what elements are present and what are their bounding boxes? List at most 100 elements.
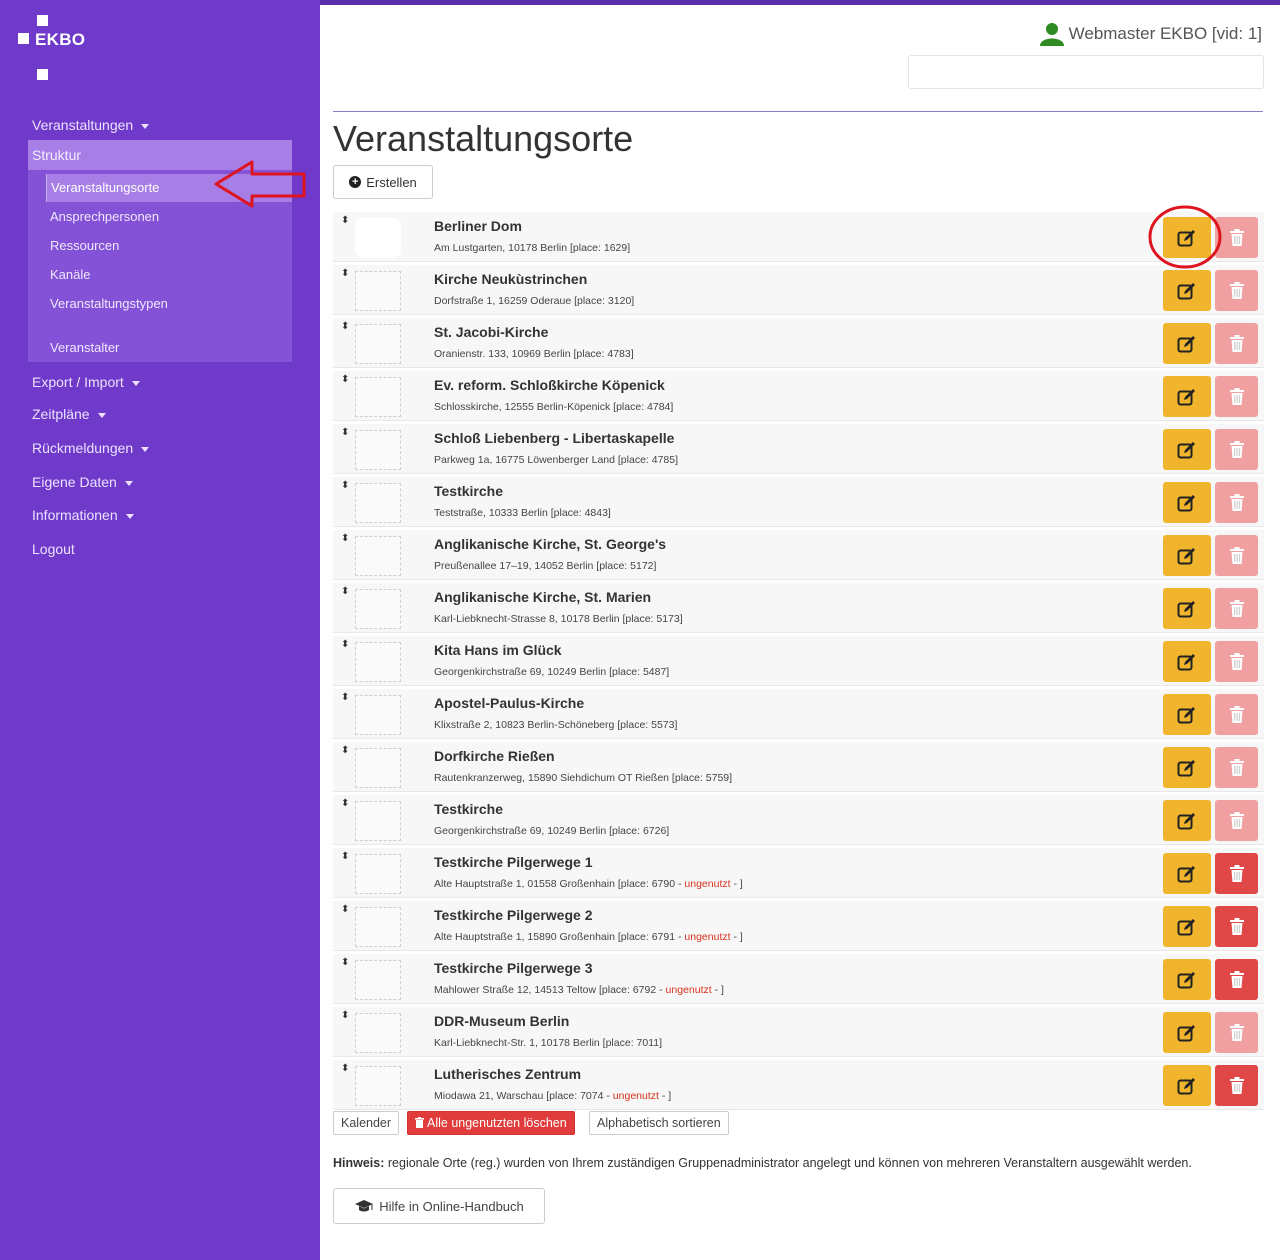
subnav-veranstalter[interactable]: Veranstalter	[50, 340, 119, 355]
place-row[interactable]: ⬍ Kita Hans im Glück Georgenkirchstraße 69…	[333, 636, 1264, 686]
drag-handle-icon[interactable]: ⬍	[341, 640, 349, 650]
drag-handle-icon[interactable]: ⬍	[341, 799, 349, 809]
place-name[interactable]: Apostel-Paulus-Kirche	[434, 695, 584, 711]
place-name[interactable]: Testkirche Pilgerwege 2	[434, 907, 592, 923]
drag-handle-icon[interactable]: ⬍	[341, 1064, 349, 1074]
edit-place-button[interactable]	[1163, 535, 1211, 576]
place-row[interactable]: ⬍ Testkirche Pilgerwege 3 Mahlower Straße …	[333, 954, 1264, 1004]
delete-place-button[interactable]	[1215, 1012, 1258, 1053]
edit-place-button[interactable]	[1163, 1065, 1211, 1106]
delete-place-button[interactable]	[1215, 959, 1258, 1000]
calendar-button[interactable]: Kalender	[333, 1111, 400, 1135]
nav-rueckmeldungen[interactable]: Rückmeldungen	[32, 440, 150, 456]
edit-place-button[interactable]	[1163, 270, 1211, 311]
place-row[interactable]: ⬍ Kirche Neukùstrinchen Dorfstraße 1, 1625…	[333, 265, 1264, 315]
subnav-ansprechpersonen[interactable]: Ansprechpersonen	[50, 209, 159, 224]
delete-place-button[interactable]	[1215, 1065, 1258, 1106]
delete-place-button[interactable]	[1215, 800, 1258, 841]
drag-handle-icon[interactable]: ⬍	[341, 428, 349, 438]
edit-place-button[interactable]	[1163, 641, 1211, 682]
place-row[interactable]: ⬍ DDR-Museum Berlin Karl-Liebknecht-Str. 1…	[333, 1007, 1264, 1057]
drag-handle-icon[interactable]: ⬍	[341, 1011, 349, 1021]
drag-handle-icon[interactable]: ⬍	[341, 481, 349, 491]
nav-eigene-daten[interactable]: Eigene Daten	[32, 474, 133, 490]
drag-handle-icon[interactable]: ⬍	[341, 958, 349, 968]
subnav-kanaele[interactable]: Kanäle	[50, 267, 90, 282]
delete-place-button[interactable]	[1215, 535, 1258, 576]
edit-place-button[interactable]	[1163, 588, 1211, 629]
delete-place-button[interactable]	[1215, 694, 1258, 735]
delete-place-button[interactable]	[1215, 906, 1258, 947]
place-row[interactable]: ⬍ Testkirche Pilgerwege 1 Alte Hauptstraße…	[333, 848, 1264, 898]
place-name[interactable]: Anglikanische Kirche, St. George's	[434, 536, 666, 552]
place-row[interactable]: ⬍ Berliner Dom Am Lustgarten, 10178 Berlin…	[333, 212, 1264, 262]
user-menu[interactable]: Webmaster EKBO [vid: 1]	[1039, 22, 1262, 46]
delete-place-button[interactable]	[1215, 641, 1258, 682]
brand-logo[interactable]: EKBO	[35, 30, 85, 50]
edit-place-button[interactable]	[1163, 853, 1211, 894]
drag-handle-icon[interactable]: ⬍	[341, 322, 349, 332]
place-name[interactable]: Kirche Neukùstrinchen	[434, 271, 587, 287]
drag-handle-icon[interactable]: ⬍	[341, 269, 349, 279]
edit-place-button[interactable]	[1163, 959, 1211, 1000]
nav-export-import[interactable]: Export / Import	[32, 374, 140, 390]
edit-place-button[interactable]	[1163, 800, 1211, 841]
drag-handle-icon[interactable]: ⬍	[341, 693, 349, 703]
delete-place-button[interactable]	[1215, 853, 1258, 894]
nav-zeitplaene[interactable]: Zeitpläne	[32, 406, 106, 422]
sort-alphabetically-button[interactable]: Alphabetisch sortieren	[589, 1111, 729, 1135]
place-row[interactable]: ⬍ Testkirche Pilgerwege 2 Alte Hauptstraße…	[333, 901, 1264, 951]
menu-toggle-icon[interactable]	[37, 69, 48, 80]
edit-place-button[interactable]	[1163, 694, 1211, 735]
drag-handle-icon[interactable]: ⬍	[341, 375, 349, 385]
place-row[interactable]: ⬍ Ev. reform. Schloßkirche Köpenick Schlos…	[333, 371, 1264, 421]
drag-handle-icon[interactable]: ⬍	[341, 746, 349, 756]
place-row[interactable]: ⬍ Lutherisches Zentrum Miodawa 21, Warscha…	[333, 1060, 1264, 1110]
edit-place-button[interactable]	[1163, 482, 1211, 523]
place-name[interactable]: Testkirche Pilgerwege 1	[434, 854, 592, 870]
nav-logout[interactable]: Logout	[32, 541, 75, 557]
place-row[interactable]: ⬍ Schloß Liebenberg - Libertaskapelle Park…	[333, 424, 1264, 474]
place-row[interactable]: ⬍ Anglikanische Kirche, St. Marien Karl-Li…	[333, 583, 1264, 633]
delete-place-button[interactable]	[1215, 376, 1258, 417]
place-row[interactable]: ⬍ Apostel-Paulus-Kirche Klixstraße 2, 1082…	[333, 689, 1264, 739]
place-name[interactable]: Anglikanische Kirche, St. Marien	[434, 589, 651, 605]
place-name[interactable]: St. Jacobi-Kirche	[434, 324, 548, 340]
place-row[interactable]: ⬍ Testkirche Georgenkirchstraße 69, 10249 …	[333, 795, 1264, 845]
drag-handle-icon[interactable]: ⬍	[341, 905, 349, 915]
place-name[interactable]: Testkirche	[434, 801, 503, 817]
place-name[interactable]: Schloß Liebenberg - Libertaskapelle	[434, 430, 674, 446]
edit-place-button[interactable]	[1163, 323, 1211, 364]
place-row[interactable]: ⬍ Testkirche Teststraße, 10333 Berlin [pla…	[333, 477, 1264, 527]
edit-place-button[interactable]	[1163, 376, 1211, 417]
edit-place-button[interactable]	[1163, 747, 1211, 788]
delete-place-button[interactable]	[1215, 588, 1258, 629]
place-row[interactable]: ⬍ St. Jacobi-Kirche Oranienstr. 133, 10969…	[333, 318, 1264, 368]
edit-place-button[interactable]	[1163, 906, 1211, 947]
place-name[interactable]: Kita Hans im Glück	[434, 642, 562, 658]
edit-place-button[interactable]	[1163, 429, 1211, 470]
delete-place-button[interactable]	[1215, 429, 1258, 470]
place-name[interactable]: Dorfkirche Rießen	[434, 748, 555, 764]
place-name[interactable]: Testkirche	[434, 483, 503, 499]
delete-place-button[interactable]	[1215, 482, 1258, 523]
drag-handle-icon[interactable]: ⬍	[341, 587, 349, 597]
edit-place-button[interactable]	[1163, 1012, 1211, 1053]
delete-place-button[interactable]	[1215, 270, 1258, 311]
place-name[interactable]: DDR-Museum Berlin	[434, 1013, 569, 1029]
delete-place-button[interactable]	[1215, 747, 1258, 788]
drag-handle-icon[interactable]: ⬍	[341, 852, 349, 862]
nav-veranstaltungen[interactable]: Veranstaltungen	[32, 117, 150, 133]
drag-handle-icon[interactable]: ⬍	[341, 216, 349, 226]
drag-handle-icon[interactable]: ⬍	[341, 534, 349, 544]
place-name[interactable]: Berliner Dom	[434, 218, 522, 234]
help-manual-button[interactable]: Hilfe in Online-Handbuch	[333, 1188, 545, 1224]
delete-place-button[interactable]	[1215, 323, 1258, 364]
create-button[interactable]: + Erstellen	[333, 165, 433, 199]
delete-unused-button[interactable]: Alle ungenutzten löschen	[407, 1111, 575, 1135]
subnav-ressourcen[interactable]: Ressourcen	[50, 238, 119, 253]
place-row[interactable]: ⬍ Dorfkirche Rießen Rautenkranzerweg, 1589…	[333, 742, 1264, 792]
place-name[interactable]: Lutherisches Zentrum	[434, 1066, 581, 1082]
place-name[interactable]: Ev. reform. Schloßkirche Köpenick	[434, 377, 665, 393]
place-row[interactable]: ⬍ Anglikanische Kirche, St. George's Preuß…	[333, 530, 1264, 580]
